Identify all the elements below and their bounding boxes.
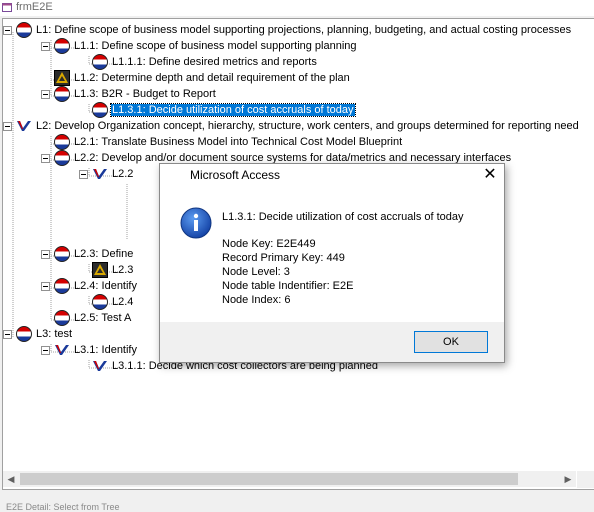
tree-node[interactable]: L2.3 bbox=[79, 262, 134, 278]
collapse-toggle-icon[interactable] bbox=[79, 169, 88, 179]
collapse-toggle-icon[interactable] bbox=[41, 41, 50, 51]
dialog-line-node-level: Node Level: 3 bbox=[222, 266, 290, 278]
tree-node[interactable]: L1.1: Define scope of business model sup… bbox=[41, 38, 358, 54]
dialog-line-node-index: Node Index: 6 bbox=[222, 294, 291, 306]
tree-node-label: L2.5: Test A bbox=[74, 312, 132, 324]
info-icon bbox=[180, 207, 212, 239]
collapse-toggle-icon[interactable] bbox=[41, 345, 50, 355]
status-bar: E2E Detail: Select from Tree bbox=[0, 490, 594, 512]
tree-node-label: L1: Define scope of business model suppo… bbox=[36, 24, 572, 36]
dialog-title: Microsoft Access bbox=[190, 168, 281, 182]
tree-node-label: L2.3 bbox=[112, 264, 134, 276]
collapse-toggle-icon[interactable] bbox=[41, 281, 50, 291]
tree-node[interactable]: L1.2: Determine depth and detail require… bbox=[41, 70, 351, 86]
tree-node-label: L3.1: Identify bbox=[74, 344, 137, 356]
tree-node[interactable]: L3.1: Identify bbox=[41, 342, 138, 358]
window-title-bar: frmE2E bbox=[0, 0, 594, 16]
collapse-toggle-icon[interactable] bbox=[3, 25, 12, 35]
dialog-line-node-key: Node Key: E2E449 bbox=[222, 238, 316, 250]
check-icon bbox=[55, 345, 69, 355]
dialog-line-table-identifier: Node table Indentifier: E2E bbox=[222, 280, 354, 292]
check-icon bbox=[93, 361, 107, 371]
scrollbar-thumb[interactable] bbox=[20, 473, 518, 485]
collapse-toggle-icon[interactable] bbox=[41, 89, 50, 99]
tree-node[interactable]: L2: Develop Organization concept, hierar… bbox=[3, 118, 580, 134]
scroll-left-icon[interactable]: ◀ bbox=[3, 471, 19, 487]
scrollbar-corner bbox=[577, 471, 594, 488]
tree-node[interactable]: L2.5: Test A bbox=[41, 310, 132, 326]
tree-node[interactable]: L3: test bbox=[3, 326, 73, 342]
tree-node-label: L1.1: Define scope of business model sup… bbox=[74, 40, 357, 52]
tree-node[interactable]: L1.1.1: Define desired metrics and repor… bbox=[79, 54, 318, 70]
tree-node[interactable]: L2.2 bbox=[79, 166, 134, 182]
tree-node[interactable]: L1.3: B2R - Budget to Report bbox=[41, 86, 217, 102]
tree-node-label: L2: Develop Organization concept, hierar… bbox=[36, 120, 579, 132]
flag-icon bbox=[54, 278, 70, 294]
flag-icon bbox=[16, 22, 32, 38]
scroll-right-icon[interactable]: ▶ bbox=[560, 471, 576, 487]
tree-node[interactable]: L1: Define scope of business model suppo… bbox=[3, 22, 572, 38]
tree-node[interactable]: L2.3: Define bbox=[41, 246, 134, 262]
tree-node-label: L2.4: Identify bbox=[74, 280, 137, 292]
tree-node-label: L1.3.1: Decide utilization of cost accru… bbox=[110, 103, 356, 117]
form-icon bbox=[2, 3, 12, 12]
collapse-toggle-icon[interactable] bbox=[41, 153, 50, 163]
flag-icon bbox=[16, 326, 32, 342]
flag-icon bbox=[92, 54, 108, 70]
tree-node[interactable]: L2.4 bbox=[79, 294, 134, 310]
flag-icon bbox=[54, 86, 70, 102]
close-icon[interactable]: ✕ bbox=[478, 165, 502, 187]
dialog-line-primary-key: Record Primary Key: 449 bbox=[222, 252, 345, 264]
dialog-title-bar: Microsoft Access ✕ bbox=[160, 164, 504, 190]
tree-node-label: L1.1.1: Define desired metrics and repor… bbox=[112, 56, 317, 68]
status-text: E2E Detail: Select from Tree bbox=[6, 502, 120, 512]
emblem-icon bbox=[92, 262, 108, 278]
emblem-icon bbox=[54, 70, 70, 86]
tree-node-label: L2.4 bbox=[112, 296, 134, 308]
tree-node-label: L3: test bbox=[36, 328, 73, 340]
horizontal-scrollbar[interactable]: ◀ ▶ bbox=[3, 471, 576, 487]
tree-node-label: L2.3: Define bbox=[74, 248, 134, 260]
flag-icon bbox=[54, 38, 70, 54]
flag-icon bbox=[54, 310, 70, 326]
message-dialog: Microsoft Access ✕ L1.3.1: Decide utiliz… bbox=[159, 163, 505, 363]
tree-node-label: L1.3: B2R - Budget to Report bbox=[74, 88, 216, 100]
flag-icon bbox=[92, 102, 108, 118]
tree-node[interactable]: L2.1: Translate Business Model into Tech… bbox=[41, 134, 403, 150]
dialog-heading: L1.3.1: Decide utilization of cost accru… bbox=[222, 211, 464, 223]
dialog-body: L1.3.1: Decide utilization of cost accru… bbox=[160, 190, 504, 322]
collapse-toggle-icon[interactable] bbox=[41, 249, 50, 259]
collapse-toggle-icon[interactable] bbox=[3, 329, 12, 339]
flag-icon bbox=[54, 246, 70, 262]
tree-node-label: L2.2 bbox=[112, 168, 134, 180]
tree-node-label: L2.1: Translate Business Model into Tech… bbox=[74, 136, 403, 148]
tree-node[interactable]: L1.3.1: Decide utilization of cost accru… bbox=[79, 102, 356, 118]
flag-icon bbox=[54, 134, 70, 150]
tree-node[interactable]: L2.4: Identify bbox=[41, 278, 138, 294]
check-icon bbox=[17, 121, 31, 131]
flag-icon bbox=[54, 150, 70, 166]
window-title: frmE2E bbox=[16, 1, 53, 13]
tree-node-label: L1.2: Determine depth and detail require… bbox=[74, 72, 350, 84]
check-icon bbox=[93, 169, 107, 179]
collapse-toggle-icon[interactable] bbox=[3, 121, 12, 131]
flag-icon bbox=[92, 294, 108, 310]
ok-button[interactable]: OK bbox=[414, 331, 488, 353]
